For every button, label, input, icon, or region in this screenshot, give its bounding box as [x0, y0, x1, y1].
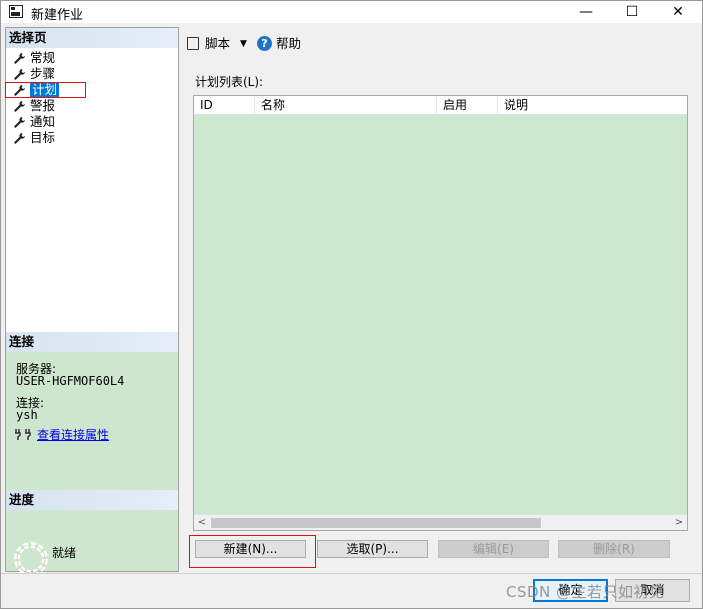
nav-item-label: 目标	[30, 130, 56, 145]
window-title: 新建作业	[31, 8, 84, 23]
progress-header: 进度	[6, 490, 178, 510]
nav-item-label: 通知	[30, 114, 56, 129]
nav-item-label: 警报	[30, 98, 56, 113]
wrench-icon	[14, 133, 25, 144]
column-header-name[interactable]: 名称	[255, 96, 437, 115]
horizontal-scrollbar[interactable]: < >	[194, 514, 687, 530]
help-button[interactable]: 帮助	[276, 35, 301, 53]
close-button[interactable]: ✕	[655, 1, 701, 23]
connection-value: ysh	[16, 408, 38, 422]
connection-header: 连接	[6, 332, 178, 352]
script-button[interactable]: 脚本	[205, 35, 230, 53]
title-bar: 新建作业 — ☐ ✕	[1, 1, 702, 23]
help-icon: ?	[257, 36, 272, 51]
wrench-icon	[14, 117, 25, 128]
schedule-list-label: 计划列表(L):	[195, 75, 264, 89]
nav-item-general[interactable]: 常规	[12, 50, 59, 66]
scroll-left-arrow[interactable]: <	[194, 515, 210, 531]
watermark: CSDN @生若只如初见	[506, 583, 665, 601]
wrench-icon	[14, 69, 25, 80]
select-page-header: 选择页	[6, 28, 178, 48]
column-header-description[interactable]: 说明	[498, 96, 687, 115]
new-job-dialog: 新建作业 — ☐ ✕ 选择页 常规 步骤 计划 警报 通知 目标 连接 服务器:…	[0, 0, 703, 609]
schedule-list-grid[interactable]: ID 名称 启用 说明 < >	[193, 95, 688, 531]
view-connection-properties-link[interactable]: 查看连接属性	[37, 426, 109, 443]
scroll-right-arrow[interactable]: >	[671, 515, 687, 531]
server-value: USER-HGFMOF60L4	[16, 374, 125, 388]
selected-page-highlight	[5, 82, 86, 98]
wrench-icon	[14, 53, 25, 64]
nav-item-label: 常规	[30, 50, 56, 65]
wrench-icon	[14, 101, 25, 112]
script-dropdown-arrow[interactable]: ▼	[240, 35, 247, 53]
column-header-enabled[interactable]: 启用	[437, 96, 498, 115]
script-icon	[187, 37, 199, 50]
status-text: 就绪	[52, 546, 77, 560]
delete-button[interactable]: 删除(R)	[558, 540, 670, 558]
page-nav-list: 常规 步骤 计划 警报 通知 目标	[12, 50, 60, 146]
grid-header: ID 名称 启用 说明	[194, 96, 687, 115]
column-header-id[interactable]: ID	[194, 96, 255, 115]
minimize-button[interactable]: —	[563, 1, 609, 23]
app-icon	[9, 5, 23, 18]
edit-button[interactable]: 编辑(E)	[438, 540, 549, 558]
nav-item-label: 步骤	[30, 66, 56, 81]
scroll-thumb[interactable]	[211, 518, 541, 528]
pick-button[interactable]: 选取(P)...	[317, 540, 428, 558]
new-button-highlight	[189, 535, 316, 568]
nav-item-alerts[interactable]: 警报	[12, 98, 59, 114]
nav-item-notifications[interactable]: 通知	[12, 114, 59, 130]
nav-item-targets[interactable]: 目标	[12, 130, 59, 146]
progress-spinner-icon	[14, 542, 48, 576]
left-pane: 选择页 常规 步骤 计划 警报 通知 目标 连接 服务器: USER-HGFMO…	[5, 27, 179, 576]
plug-icon	[15, 429, 31, 440]
maximize-button[interactable]: ☐	[609, 1, 655, 23]
nav-item-steps[interactable]: 步骤	[12, 66, 59, 82]
